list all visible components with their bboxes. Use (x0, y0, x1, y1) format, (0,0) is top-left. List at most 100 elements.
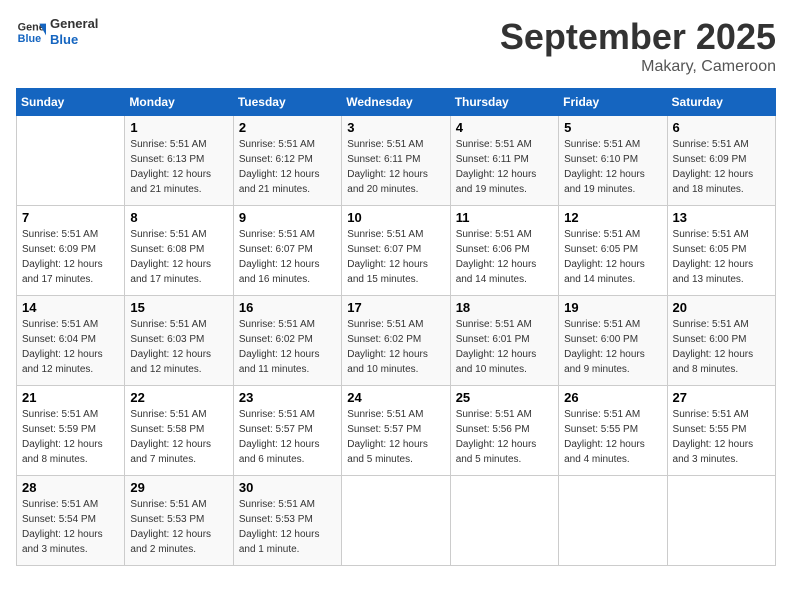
calendar-cell: 18 Sunrise: 5:51 AMSunset: 6:01 PMDayligh… (450, 296, 558, 386)
day-number: 6 (673, 120, 770, 135)
calendar-cell (667, 476, 775, 566)
day-info: Sunrise: 5:51 AMSunset: 6:10 PMDaylight:… (564, 137, 661, 197)
calendar-cell: 29Sunrise: 5:51 AMSunset: 5:53 PMDayligh… (125, 476, 233, 566)
day-info: Sunrise: 5:51 AMSunset: 6:00 PMDaylight:… (673, 317, 770, 377)
day-info: Sunrise: 5:51 AMSunset: 6:11 PMDaylight:… (347, 137, 444, 197)
calendar-cell: 22 Sunrise: 5:51 AMSunset: 5:58 PMDayligh… (125, 386, 233, 476)
calendar-week-row: 1 Sunrise: 5:51 AMSunset: 6:13 PMDaylight… (17, 116, 776, 206)
day-number: 21 (22, 390, 119, 405)
calendar-cell: 11 Sunrise: 5:51 AMSunset: 6:06 PMDayligh… (450, 206, 558, 296)
calendar-week-row: 21 Sunrise: 5:51 AMSunset: 5:59 PMDayligh… (17, 386, 776, 476)
calendar-table: SundayMondayTuesdayWednesdayThursdayFrid… (16, 88, 776, 566)
logo: General Blue General Blue (16, 16, 98, 47)
weekday-header-row: SundayMondayTuesdayWednesdayThursdayFrid… (17, 89, 776, 116)
svg-text:Blue: Blue (18, 33, 41, 45)
day-number: 20 (673, 300, 770, 315)
day-info: Sunrise: 5:51 AMSunset: 6:05 PMDaylight:… (564, 227, 661, 287)
day-number: 25 (456, 390, 553, 405)
day-number: 14 (22, 300, 119, 315)
day-number: 7 (22, 210, 119, 225)
day-number: 12 (564, 210, 661, 225)
calendar-cell: 23 Sunrise: 5:51 AMSunset: 5:57 PMDayligh… (233, 386, 341, 476)
day-info: Sunrise: 5:51 AMSunset: 6:09 PMDaylight:… (673, 137, 770, 197)
calendar-cell: 6 Sunrise: 5:51 AMSunset: 6:09 PMDaylight… (667, 116, 775, 206)
weekday-header-saturday: Saturday (667, 89, 775, 116)
day-number: 10 (347, 210, 444, 225)
day-info: Sunrise: 5:51 AMSunset: 6:05 PMDaylight:… (673, 227, 770, 287)
day-info: Sunrise: 5:51 AMSunset: 5:57 PMDaylight:… (347, 407, 444, 467)
calendar-cell: 2Sunrise: 5:51 AMSunset: 6:12 PMDaylight… (233, 116, 341, 206)
calendar-cell: 17 Sunrise: 5:51 AMSunset: 6:02 PMDayligh… (342, 296, 450, 386)
calendar-cell: 9Sunrise: 5:51 AMSunset: 6:07 PMDaylight… (233, 206, 341, 296)
day-info: Sunrise: 5:51 AMSunset: 6:02 PMDaylight:… (347, 317, 444, 377)
calendar-cell (450, 476, 558, 566)
day-number: 30 (239, 480, 336, 495)
day-number: 24 (347, 390, 444, 405)
day-info: Sunrise: 5:51 AMSunset: 6:09 PMDaylight:… (22, 227, 119, 287)
day-number: 23 (239, 390, 336, 405)
calendar-cell: 24 Sunrise: 5:51 AMSunset: 5:57 PMDayligh… (342, 386, 450, 476)
calendar-cell: 20 Sunrise: 5:51 AMSunset: 6:00 PMDayligh… (667, 296, 775, 386)
calendar-cell: 25 Sunrise: 5:51 AMSunset: 5:56 PMDayligh… (450, 386, 558, 476)
day-number: 17 (347, 300, 444, 315)
day-number: 2 (239, 120, 336, 135)
title-area: September 2025 Makary, Cameroon (500, 16, 776, 76)
calendar-cell: 1 Sunrise: 5:51 AMSunset: 6:13 PMDaylight… (125, 116, 233, 206)
day-info: Sunrise: 5:51 AMSunset: 6:07 PMDaylight:… (347, 227, 444, 287)
calendar-week-row: 14 Sunrise: 5:51 AMSunset: 6:04 PMDayligh… (17, 296, 776, 386)
day-number: 8 (130, 210, 227, 225)
calendar-cell (17, 116, 125, 206)
day-info: Sunrise: 5:51 AMSunset: 6:01 PMDaylight:… (456, 317, 553, 377)
calendar-cell: 12 Sunrise: 5:51 AMSunset: 6:05 PMDayligh… (559, 206, 667, 296)
calendar-cell: 30 Sunrise: 5:51 AMSunset: 5:53 PMDayligh… (233, 476, 341, 566)
day-info: Sunrise: 5:51 AMSunset: 6:13 PMDaylight:… (130, 137, 227, 197)
page-header: General Blue General Blue September 2025… (16, 16, 776, 76)
day-info: Sunrise: 5:51 AMSunset: 5:54 PMDaylight:… (22, 497, 119, 557)
location-title: Makary, Cameroon (500, 58, 776, 76)
day-info: Sunrise: 5:51 AMSunset: 5:53 PMDaylight:… (239, 497, 336, 557)
calendar-cell: 28 Sunrise: 5:51 AMSunset: 5:54 PMDayligh… (17, 476, 125, 566)
day-number: 29 (130, 480, 227, 495)
day-info: Sunrise: 5:51 AMSunset: 6:00 PMDaylight:… (564, 317, 661, 377)
calendar-week-row: 28 Sunrise: 5:51 AMSunset: 5:54 PMDayligh… (17, 476, 776, 566)
logo-icon: General Blue (16, 17, 46, 47)
day-info: Sunrise: 5:51 AMSunset: 5:55 PMDaylight:… (564, 407, 661, 467)
calendar-cell: 4 Sunrise: 5:51 AMSunset: 6:11 PMDaylight… (450, 116, 558, 206)
day-info: Sunrise: 5:51 AMSunset: 6:11 PMDaylight:… (456, 137, 553, 197)
calendar-cell: 26Sunrise: 5:51 AMSunset: 5:55 PMDayligh… (559, 386, 667, 476)
day-info: Sunrise: 5:51 AMSunset: 6:02 PMDaylight:… (239, 317, 336, 377)
day-info: Sunrise: 5:51 AMSunset: 5:58 PMDaylight:… (130, 407, 227, 467)
day-info: Sunrise: 5:51 AMSunset: 6:04 PMDaylight:… (22, 317, 119, 377)
day-info: Sunrise: 5:51 AMSunset: 5:59 PMDaylight:… (22, 407, 119, 467)
day-info: Sunrise: 5:51 AMSunset: 6:07 PMDaylight:… (239, 227, 336, 287)
calendar-cell: 15 Sunrise: 5:51 AMSunset: 6:03 PMDayligh… (125, 296, 233, 386)
day-info: Sunrise: 5:51 AMSunset: 5:56 PMDaylight:… (456, 407, 553, 467)
weekday-header-thursday: Thursday (450, 89, 558, 116)
weekday-header-friday: Friday (559, 89, 667, 116)
day-number: 18 (456, 300, 553, 315)
logo-blue: Blue (50, 32, 98, 48)
day-number: 4 (456, 120, 553, 135)
day-info: Sunrise: 5:51 AMSunset: 6:08 PMDaylight:… (130, 227, 227, 287)
day-info: Sunrise: 5:51 AMSunset: 6:06 PMDaylight:… (456, 227, 553, 287)
calendar-week-row: 7 Sunrise: 5:51 AMSunset: 6:09 PMDaylight… (17, 206, 776, 296)
calendar-cell: 7 Sunrise: 5:51 AMSunset: 6:09 PMDaylight… (17, 206, 125, 296)
day-number: 11 (456, 210, 553, 225)
calendar-cell: 3Sunrise: 5:51 AMSunset: 6:11 PMDaylight… (342, 116, 450, 206)
day-number: 16 (239, 300, 336, 315)
day-number: 28 (22, 480, 119, 495)
weekday-header-tuesday: Tuesday (233, 89, 341, 116)
day-number: 22 (130, 390, 227, 405)
day-info: Sunrise: 5:51 AMSunset: 5:57 PMDaylight:… (239, 407, 336, 467)
day-info: Sunrise: 5:51 AMSunset: 6:03 PMDaylight:… (130, 317, 227, 377)
day-number: 13 (673, 210, 770, 225)
calendar-cell (342, 476, 450, 566)
day-number: 27 (673, 390, 770, 405)
logo-general: General (50, 16, 98, 32)
day-info: Sunrise: 5:51 AMSunset: 5:55 PMDaylight:… (673, 407, 770, 467)
calendar-cell: 5Sunrise: 5:51 AMSunset: 6:10 PMDaylight… (559, 116, 667, 206)
day-number: 1 (130, 120, 227, 135)
day-number: 19 (564, 300, 661, 315)
day-number: 15 (130, 300, 227, 315)
calendar-cell: 16 Sunrise: 5:51 AMSunset: 6:02 PMDayligh… (233, 296, 341, 386)
